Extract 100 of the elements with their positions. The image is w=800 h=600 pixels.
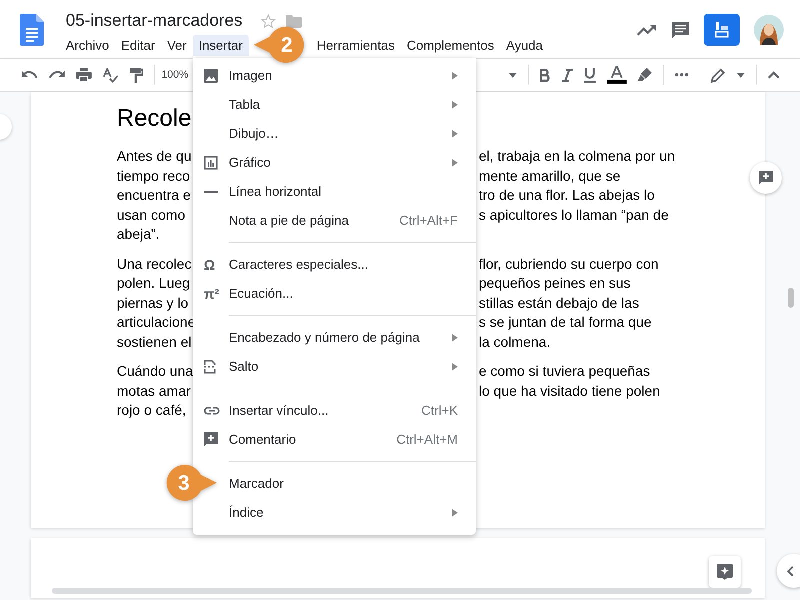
menu-item-label: Gráfico (229, 155, 272, 170)
paragraph-text: e como si tuviera pequeñas (479, 362, 650, 381)
paint-format-icon[interactable] (130, 68, 143, 82)
paragraph-text: lo que ha visitado tiene polen (479, 382, 660, 401)
menu-item[interactable]: Encabezado y número de página (193, 323, 476, 352)
submenu-arrow-icon (452, 508, 458, 516)
menu-item[interactable]: Índice (193, 498, 476, 527)
share-icon (714, 21, 730, 39)
trend-icon[interactable] (637, 24, 657, 36)
menu-item[interactable]: Insertar vínculo... Ctrl+K (193, 396, 476, 425)
caret-icon[interactable] (737, 72, 746, 78)
shortcut-text: Ctrl+Alt+F (399, 213, 458, 228)
menu-item[interactable]: Gráfico (193, 148, 476, 177)
menu-item[interactable]: Comentario Ctrl+Alt+M (193, 425, 476, 454)
menu-item[interactable]: Dibujo… (193, 119, 476, 148)
paragraph-text: stillas están debajo de las (479, 294, 640, 313)
menu-item[interactable]: Línea horizontal (193, 177, 476, 206)
italic-icon[interactable] (562, 68, 574, 82)
redo-icon[interactable] (48, 70, 65, 80)
page-break-icon (204, 360, 216, 374)
add-comment-icon (204, 432, 219, 447)
menu-item-label: Marcador (229, 476, 285, 491)
explore-button[interactable] (709, 556, 741, 588)
print-icon[interactable] (76, 68, 92, 82)
menu-item-label: Imagen (229, 68, 274, 83)
menu-item-label: Insertar vínculo... (229, 403, 330, 418)
image-icon (204, 68, 218, 82)
submenu-arrow-icon (452, 362, 458, 370)
document-heading: Recole (117, 104, 192, 134)
undo-icon[interactable] (22, 70, 38, 80)
collapse-icon[interactable] (768, 71, 780, 79)
chart-icon (204, 156, 218, 170)
menu-tab[interactable]: Insertar (192, 35, 249, 56)
caret-icon[interactable] (509, 72, 518, 78)
menu-tab[interactable]: Archivo (60, 35, 116, 56)
docs-icon[interactable] (20, 14, 44, 46)
paragraph-text: sostienen el (117, 334, 192, 350)
document-title[interactable]: 05-insertar-marcadores (66, 11, 243, 31)
paragraph-text: polen. Lueg (117, 275, 190, 291)
add-comment-button[interactable] (750, 162, 782, 194)
symbol-icon: Ω (204, 256, 216, 272)
submenu-arrow-icon (452, 100, 458, 108)
more-icon[interactable] (675, 73, 690, 77)
paragraph-text: s apicultores lo llaman “pan de (479, 206, 669, 225)
paragraph-text: encuentra e (117, 187, 191, 203)
pencil-icon[interactable] (711, 68, 726, 82)
share-button[interactable] (704, 14, 740, 46)
scrollbar-thumb[interactable] (788, 288, 794, 308)
link-icon (204, 406, 220, 414)
symbol-icon: π² (204, 286, 220, 302)
paragraph-text: Antes de qu (117, 148, 192, 164)
submenu-arrow-icon (452, 130, 458, 138)
menu-item[interactable]: Salto (193, 352, 476, 381)
menu-item[interactable]: Imagen (193, 61, 476, 90)
menu-item[interactable]: π² Ecuación... (193, 279, 476, 308)
highlighter-icon[interactable] (638, 68, 652, 82)
menu-tab[interactable]: Complementos (400, 35, 500, 56)
menu-item-label: Salto (229, 359, 260, 374)
shortcut-text: Ctrl+Alt+M (396, 432, 458, 447)
avatar[interactable] (754, 15, 784, 45)
menu-tab[interactable]: Editar (115, 35, 162, 56)
menu-tab[interactable]: Ayuda (500, 35, 550, 56)
paragraph-text: mente amarillo, que se (479, 166, 621, 186)
star-icon[interactable] (260, 14, 276, 28)
menu-tab[interactable]: Ver (161, 35, 193, 56)
submenu-arrow-icon (452, 158, 458, 166)
spellcheck-icon[interactable] (102, 68, 119, 82)
bold-icon[interactable] (540, 68, 552, 82)
text-color-icon[interactable] (607, 66, 628, 84)
underline-icon[interactable] (584, 68, 596, 82)
paragraph-text: abeja”. (117, 226, 160, 242)
menu-item-label: Encabezado y número de página (229, 330, 421, 345)
horizontal-line-icon (204, 190, 218, 192)
menu-item-label: Índice (229, 505, 265, 520)
menu-item[interactable]: Nota a pie de página Ctrl+Alt+F (193, 206, 476, 235)
paragraph-text: tro de una flor. Las abejas lo (479, 186, 655, 205)
paragraph-text: flor, cubriendo su cuerpo con (479, 254, 659, 274)
menu-item[interactable]: Tabla (193, 90, 476, 119)
paragraph-text: rojo o café, (117, 402, 186, 418)
paragraph-text: Cuándo una (117, 363, 194, 379)
menu-item-label: Tabla (229, 97, 262, 112)
paragraph-text: s se juntan de tal forma que (479, 313, 652, 332)
menu-item-label: Comentario (229, 432, 298, 447)
comment-icon[interactable] (671, 20, 690, 40)
menu-tab[interactable]: Herramientas (310, 35, 401, 56)
paragraph-text: pequeños peines en sus (479, 274, 631, 293)
paragraph-text: usan como (117, 206, 186, 222)
add-comment-icon (759, 171, 773, 185)
zoom-select[interactable]: 100% (162, 69, 189, 81)
menu-item[interactable]: Ω Caracteres especiales... (193, 250, 476, 279)
shortcut-text: Ctrl+K (422, 403, 458, 418)
menu-item-label: Ecuación... (229, 286, 294, 301)
menu-item-label: Caracteres especiales... (229, 257, 370, 272)
explore-icon (717, 564, 733, 580)
paragraph-text: Una recolec (117, 256, 192, 272)
paragraph-text: tiempo reco (117, 168, 190, 184)
submenu-arrow-icon (452, 72, 458, 80)
scrollbar-thumb[interactable] (52, 588, 752, 594)
chevron-left-icon (787, 566, 794, 576)
paragraph-text: articulacione (117, 314, 196, 330)
